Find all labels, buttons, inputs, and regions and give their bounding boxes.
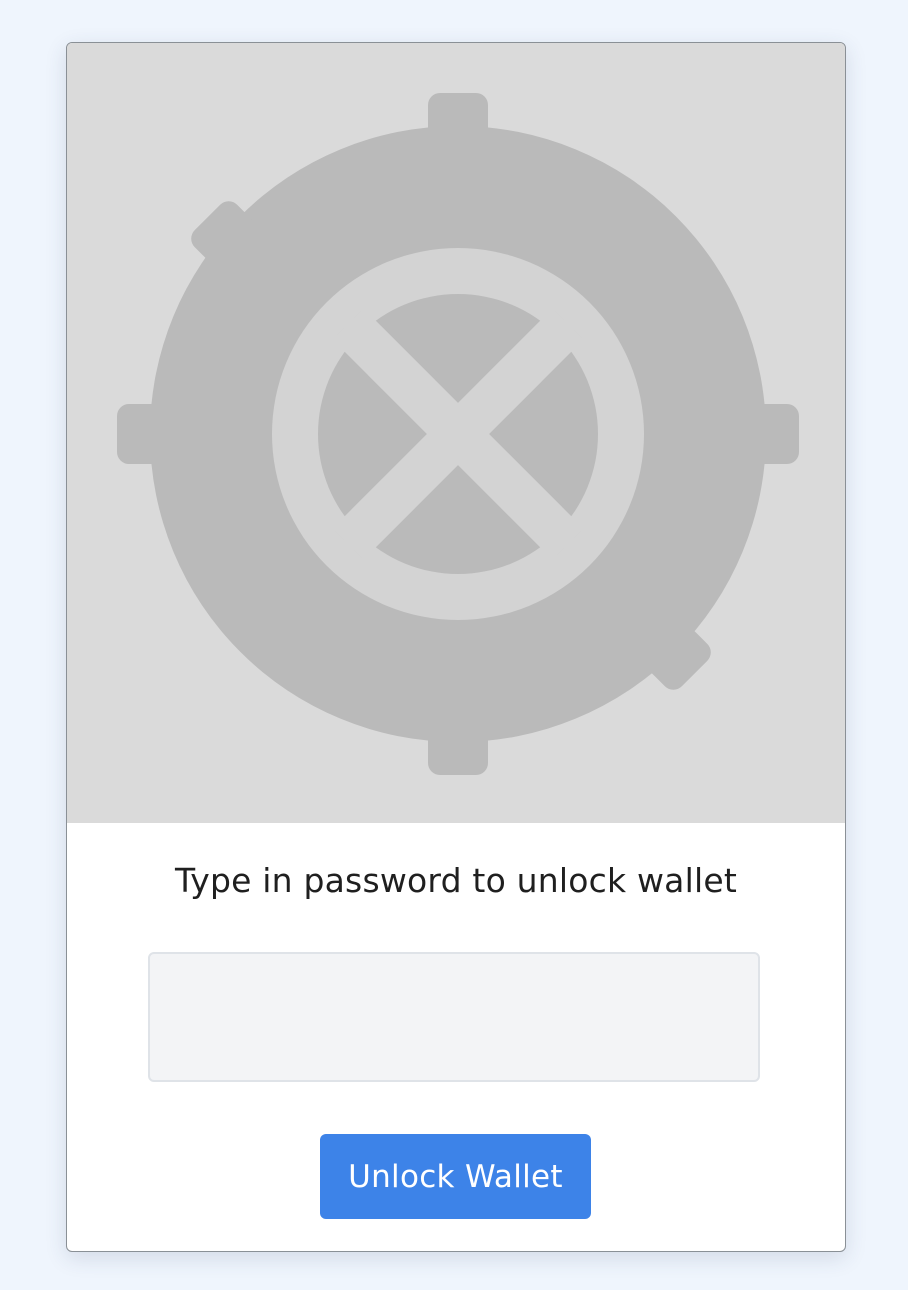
unlock-wallet-card: Type in password to unlock wallet Unlock… [66, 42, 846, 1252]
unlock-prompt: Type in password to unlock wallet [175, 861, 737, 900]
password-input[interactable] [148, 952, 760, 1082]
unlock-wallet-button[interactable]: Unlock Wallet [320, 1134, 591, 1219]
vault-door-icon [117, 93, 799, 775]
hero-image [67, 43, 845, 823]
